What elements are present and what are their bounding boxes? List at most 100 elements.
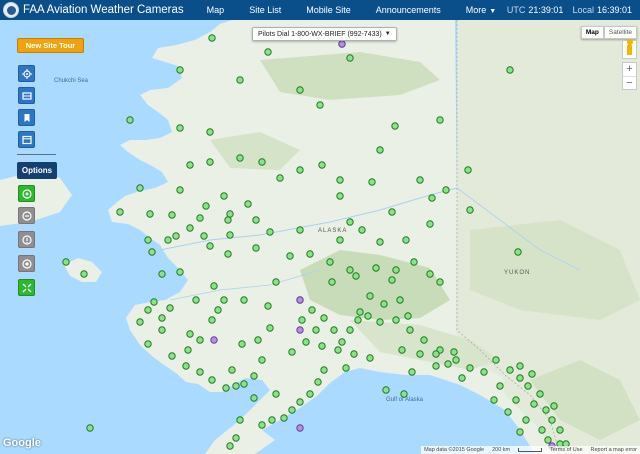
camera-site-marker[interactable] xyxy=(196,214,204,222)
camera-site-marker-alt[interactable] xyxy=(338,40,346,48)
camera-site-marker[interactable] xyxy=(168,211,176,219)
camera-site-marker[interactable] xyxy=(426,220,434,228)
camera-site-marker[interactable] xyxy=(392,266,400,274)
camera-site-marker[interactable] xyxy=(144,236,152,244)
camera-site-marker[interactable] xyxy=(266,324,274,332)
camera-site-marker[interactable] xyxy=(391,122,399,130)
camera-site-marker[interactable] xyxy=(148,248,156,256)
help-button[interactable] xyxy=(18,231,35,248)
camera-site-marker[interactable] xyxy=(524,382,532,390)
nav-mobile-site[interactable]: Mobile Site xyxy=(306,5,351,15)
camera-site-marker[interactable] xyxy=(80,270,88,278)
camera-site-marker[interactable] xyxy=(220,192,228,200)
camera-site-marker[interactable] xyxy=(506,366,514,374)
camera-site-marker[interactable] xyxy=(196,336,204,344)
camera-site-marker[interactable] xyxy=(228,366,236,374)
camera-site-marker[interactable] xyxy=(380,300,388,308)
camera-site-marker[interactable] xyxy=(186,330,194,338)
camera-site-marker[interactable] xyxy=(346,266,354,274)
camera-site-marker[interactable] xyxy=(372,264,380,272)
camera-site-marker[interactable] xyxy=(388,208,396,216)
camera-site-marker[interactable] xyxy=(544,436,552,444)
camera-site-marker[interactable] xyxy=(358,226,366,234)
camera-site-marker[interactable] xyxy=(222,384,230,392)
camera-site-marker[interactable] xyxy=(158,326,166,334)
camera-site-marker[interactable] xyxy=(206,158,214,166)
camera-site-marker[interactable] xyxy=(296,86,304,94)
camera-site-marker[interactable] xyxy=(366,354,374,362)
camera-site-marker[interactable] xyxy=(396,296,404,304)
camera-site-marker[interactable] xyxy=(272,278,280,286)
camera-site-marker[interactable] xyxy=(172,232,180,240)
camera-site-marker[interactable] xyxy=(272,390,280,398)
camera-site-marker[interactable] xyxy=(176,124,184,132)
nav-site-list[interactable]: Site List xyxy=(249,5,281,15)
camera-site-marker[interactable] xyxy=(550,402,558,410)
report-error-link[interactable]: Report a map error xyxy=(591,447,637,453)
camera-site-marker[interactable] xyxy=(436,116,444,124)
camera-site-marker[interactable] xyxy=(232,382,240,390)
layer-toggle-button[interactable] xyxy=(18,207,35,224)
camera-site-marker[interactable] xyxy=(62,258,70,266)
camera-site-marker[interactable] xyxy=(464,166,472,174)
camera-site-marker[interactable] xyxy=(542,406,550,414)
new-site-tour-button[interactable]: New Site Tour xyxy=(17,38,84,53)
camera-site-marker[interactable] xyxy=(342,364,350,372)
street-view-pegman-icon[interactable] xyxy=(622,39,637,59)
camera-site-marker[interactable] xyxy=(296,166,304,174)
camera-site-marker[interactable] xyxy=(364,312,372,320)
camera-site-marker[interactable] xyxy=(186,224,194,232)
bookmark-button[interactable] xyxy=(18,109,35,126)
camera-site-marker[interactable] xyxy=(226,210,234,218)
camera-site-marker[interactable] xyxy=(224,250,232,258)
camera-site-marker[interactable] xyxy=(450,348,458,356)
camera-site-marker[interactable] xyxy=(330,326,338,334)
camera-site-marker[interactable] xyxy=(158,270,166,278)
camera-site-marker[interactable] xyxy=(410,258,418,266)
camera-site-marker[interactable] xyxy=(144,340,152,348)
camera-site-marker[interactable] xyxy=(226,442,234,450)
pilot-brief-dropdown[interactable]: Pilots Dial 1-800-WX-BRIEF (992-7433) ▼ xyxy=(252,27,397,41)
camera-site-marker[interactable] xyxy=(250,394,258,402)
camera-site-marker[interactable] xyxy=(366,292,374,300)
camera-site-marker[interactable] xyxy=(214,306,222,314)
camera-site-marker[interactable] xyxy=(196,368,204,376)
camera-site-marker[interactable] xyxy=(86,424,94,432)
camera-site-marker[interactable] xyxy=(252,244,260,252)
camera-site-marker[interactable] xyxy=(506,66,514,74)
camera-site-marker[interactable] xyxy=(302,338,310,346)
camera-site-marker[interactable] xyxy=(432,362,440,370)
camera-site-marker[interactable] xyxy=(548,416,556,424)
camera-site-marker[interactable] xyxy=(176,66,184,74)
camera-site-marker[interactable] xyxy=(208,34,216,42)
camera-site-marker[interactable] xyxy=(420,336,428,344)
options-button[interactable]: Options xyxy=(17,162,57,179)
camera-site-marker[interactable] xyxy=(258,356,266,364)
camera-site-marker[interactable] xyxy=(126,116,134,124)
camera-site-marker[interactable] xyxy=(164,236,172,244)
camera-site-marker[interactable] xyxy=(258,158,266,166)
camera-site-marker[interactable] xyxy=(298,316,306,324)
camera-site-marker[interactable] xyxy=(368,178,376,186)
camera-site-marker[interactable] xyxy=(376,146,384,154)
camera-site-marker[interactable] xyxy=(436,278,444,286)
camera-site-marker[interactable] xyxy=(528,370,536,378)
camera-site-marker[interactable] xyxy=(504,408,512,416)
camera-site-marker[interactable] xyxy=(226,231,234,239)
camera-site-marker[interactable] xyxy=(168,352,176,360)
camera-site-marker[interactable] xyxy=(220,296,228,304)
camera-site-marker[interactable] xyxy=(206,128,214,136)
camera-site-marker[interactable] xyxy=(236,416,244,424)
camera-site-marker[interactable] xyxy=(466,206,474,214)
camera-site-marker-alt[interactable] xyxy=(296,326,304,334)
camera-site-marker[interactable] xyxy=(176,186,184,194)
terms-link[interactable]: Terms of Use xyxy=(550,447,582,453)
camera-site-marker[interactable] xyxy=(176,268,184,276)
camera-site-marker[interactable] xyxy=(146,210,154,218)
list-button[interactable] xyxy=(18,87,35,104)
camera-site-marker[interactable] xyxy=(408,368,416,376)
camera-site-marker[interactable] xyxy=(406,326,414,334)
camera-site-marker[interactable] xyxy=(350,350,358,358)
camera-site-marker-alt[interactable] xyxy=(210,336,218,344)
info-button[interactable] xyxy=(18,255,35,272)
